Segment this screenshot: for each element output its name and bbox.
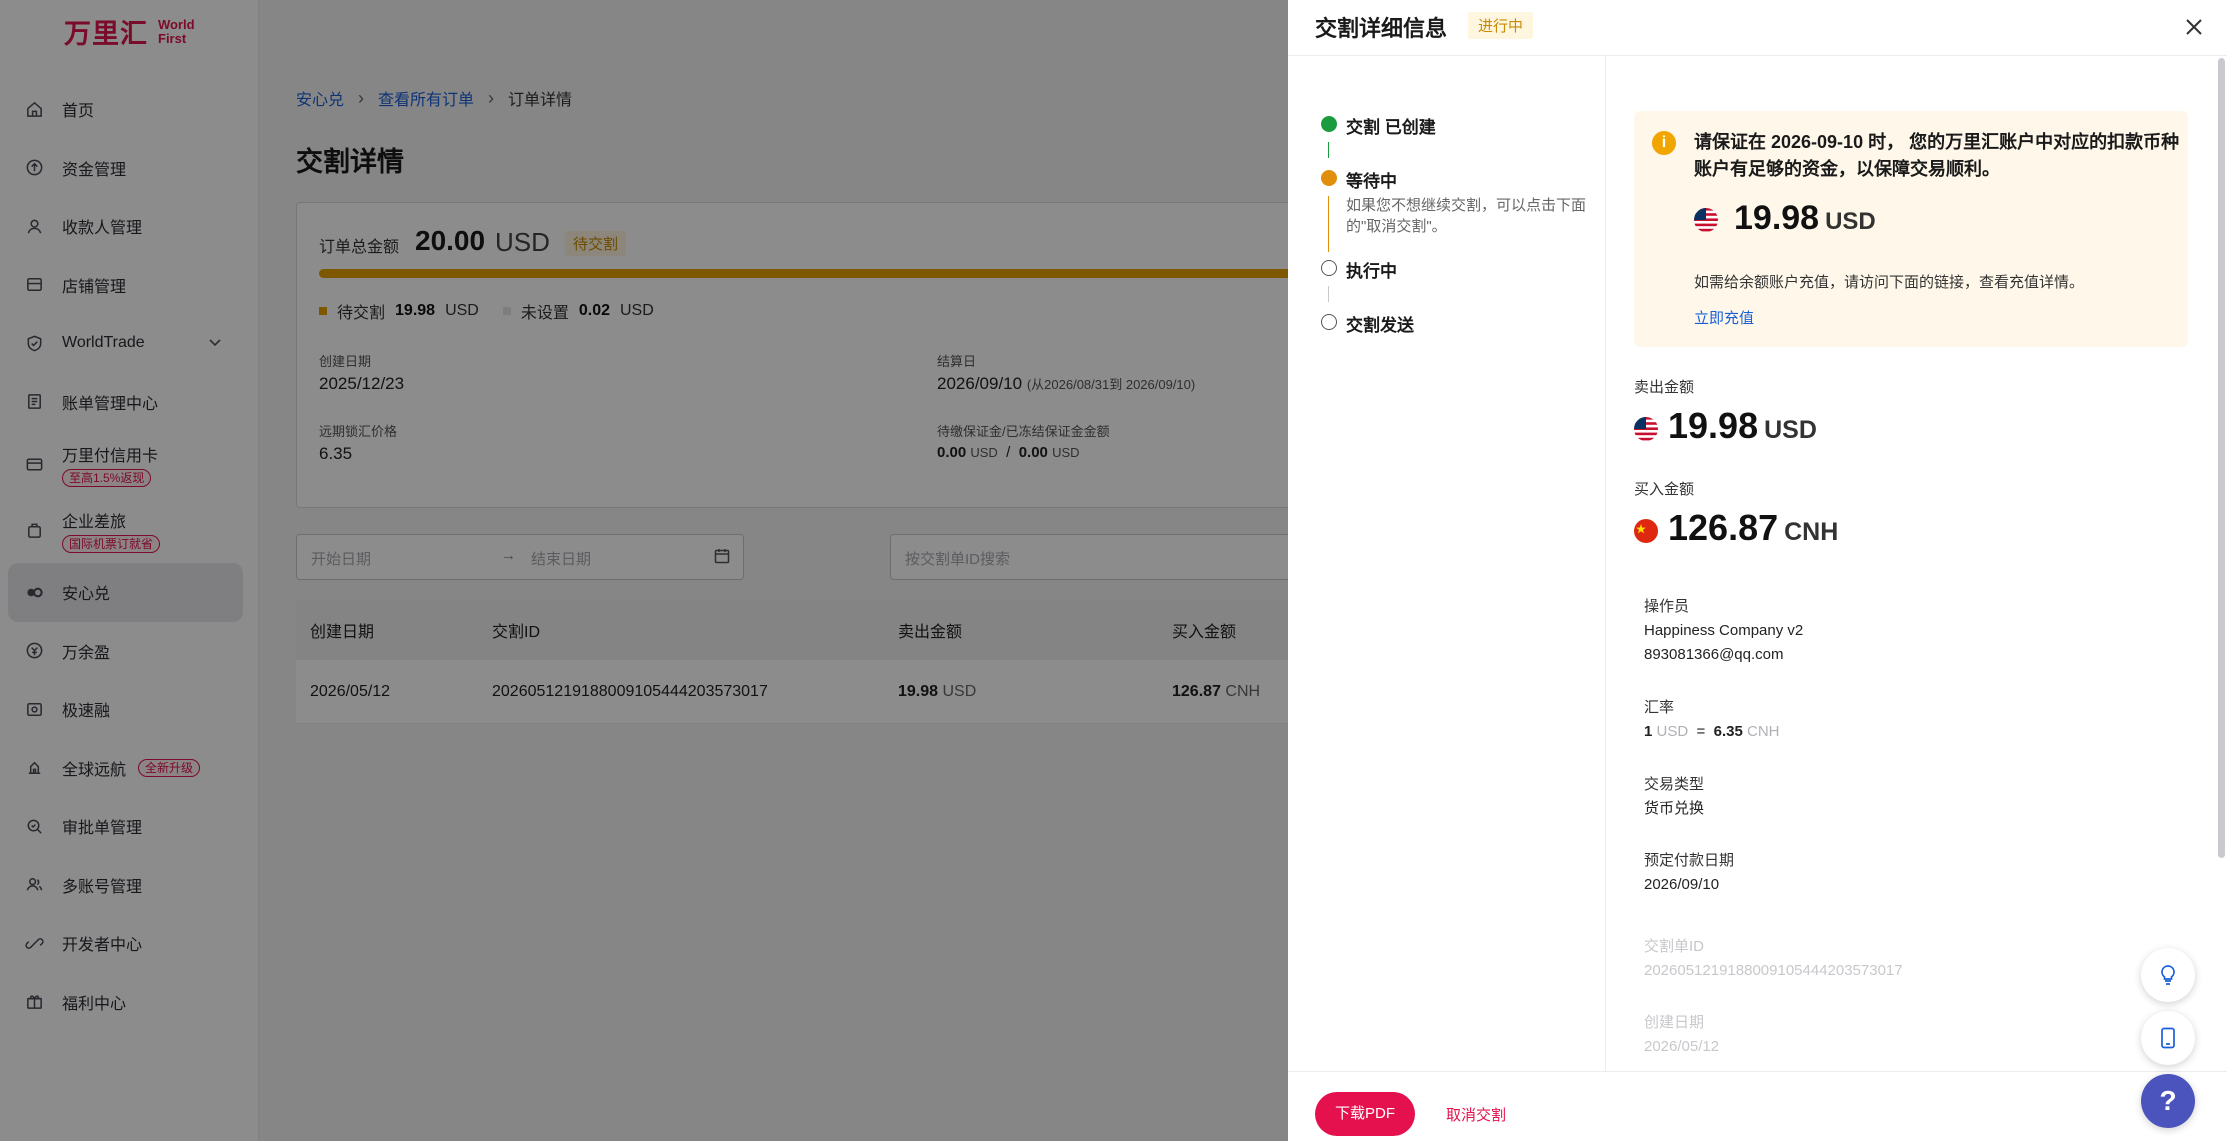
rate-right-ccy: CNH xyxy=(1747,723,1780,740)
buy-amount-value: 126.87 xyxy=(1668,507,1779,548)
operator-name: Happiness Company v2 xyxy=(1644,622,1804,639)
timeline-connector xyxy=(1328,142,1329,158)
rate-left: 1 xyxy=(1644,723,1653,740)
step-label: 交割 已创建 xyxy=(1346,118,1436,137)
mobile-app-button[interactable] xyxy=(2141,1011,2195,1065)
info-icon: i xyxy=(1652,131,1676,155)
sell-amount-label: 卖出金额 xyxy=(1634,379,1695,396)
buy-amount-row: 126.87 CNH xyxy=(1634,507,1838,549)
buy-amount-block: 买入金额 126.87 CNH xyxy=(1634,478,1838,549)
drawer-title: 交割详细信息 xyxy=(1315,16,1448,41)
rate-left-ccy: USD xyxy=(1656,723,1689,740)
notice-amount: 19.98 USD xyxy=(1694,199,1876,238)
download-pdf-button[interactable]: 下载PDF xyxy=(1315,1092,1415,1136)
delivery-detail-drawer: 交割详细信息 进行中 交割 已创建 等待中 如果您不想继续交割，可以点击下面的"… xyxy=(1288,0,2227,1141)
notice-amount-value: 19.98 xyxy=(1734,199,1820,237)
sell-amount-ccy: USD xyxy=(1764,416,1817,444)
timeline-connector xyxy=(1328,196,1329,252)
funds-notice: i 请保证在 2026-09-10 时， 您的万里汇账户中对应的扣款币种账户有足… xyxy=(1634,111,2188,347)
created-date-info: 创建日期 2026/05/12 xyxy=(1644,1011,1719,1059)
question-icon: ? xyxy=(2159,1085,2177,1116)
step-current-icon xyxy=(1321,170,1337,186)
buy-amount-ccy: CNH xyxy=(1784,518,1839,546)
phone-icon xyxy=(2161,1027,2175,1049)
operator-email: 893081366@qq.com xyxy=(1644,646,1784,663)
drawer-scrollbar[interactable] xyxy=(2218,58,2225,858)
close-icon[interactable] xyxy=(2181,14,2207,40)
pay-date-value: 2026/09/10 xyxy=(1644,876,1720,893)
trade-type-info: 交易类型 货币兑换 xyxy=(1644,773,1704,821)
tips-button[interactable] xyxy=(2141,948,2195,1002)
status-timeline: 交割 已创建 等待中 如果您不想继续交割，可以点击下面的"取消交割"。 执行中 … xyxy=(1288,56,1606,1071)
created-date-value: 2026/05/12 xyxy=(1644,1038,1720,1055)
us-flag-icon xyxy=(1634,417,1658,441)
drawer-header: 交割详细信息 进行中 xyxy=(1288,0,2227,56)
status-badge: 进行中 xyxy=(1468,12,1534,39)
delivery-detail-panel: i 请保证在 2026-09-10 时， 您的万里汇账户中对应的扣款币种账户有足… xyxy=(1606,56,2227,1071)
lightbulb-icon xyxy=(2161,965,2175,985)
drawer-footer: 下载PDF 取消交割 xyxy=(1288,1071,2227,1141)
help-button[interactable]: ? xyxy=(2141,1074,2195,1128)
sell-amount-row: 19.98 USD xyxy=(1634,405,1817,447)
pay-date-label: 预定付款日期 xyxy=(1644,852,1735,869)
us-flag-icon xyxy=(1694,208,1718,232)
notice-message: 请保证在 2026-09-10 时， 您的万里汇账户中对应的扣款币种账户有足够的… xyxy=(1694,132,2180,179)
delivery-id-info: 交割单ID 20260512191880091054442035730​17 xyxy=(1644,935,1903,983)
rate-equals: = xyxy=(1696,723,1706,740)
cn-flag-icon xyxy=(1634,519,1658,543)
notice-hint: 如需给余额账户充值，请访问下面的链接，查看充值详情。 xyxy=(1694,274,2085,291)
modal-backdrop[interactable] xyxy=(0,0,1288,1141)
rate-label: 汇率 xyxy=(1644,699,1675,716)
buy-amount-label: 买入金额 xyxy=(1634,481,1695,498)
sell-amount-value: 19.98 xyxy=(1668,405,1759,446)
delivery-id-label: 交割单ID xyxy=(1644,938,1705,955)
trade-type-label: 交易类型 xyxy=(1644,776,1705,793)
recharge-link[interactable]: 立即充值 xyxy=(1694,307,1754,328)
timeline-connector xyxy=(1328,286,1329,302)
step-label: 执行中 xyxy=(1346,262,1397,281)
step-done-icon xyxy=(1321,116,1337,132)
created-date-label: 创建日期 xyxy=(1644,1014,1705,1031)
rate-info: 汇率 1 USD = 6.35 CNH xyxy=(1644,696,1780,744)
notice-amount-ccy: USD xyxy=(1825,208,1876,235)
pay-date-info: 预定付款日期 2026/09/10 xyxy=(1644,849,1734,897)
step-label: 等待中 xyxy=(1346,172,1397,191)
rate-value-line: 1 USD = 6.35 CNH xyxy=(1644,720,1780,744)
operator-info: 操作员 Happiness Company v2 893081366@qq.co… xyxy=(1644,595,1803,667)
operator-label: 操作员 xyxy=(1644,598,1690,615)
trade-type-value: 货币兑换 xyxy=(1644,800,1705,817)
step-pending-icon xyxy=(1321,260,1337,276)
step-label: 交割发送 xyxy=(1346,316,1414,335)
sell-amount-block: 卖出金额 19.98 USD xyxy=(1634,376,1817,447)
step-pending-icon xyxy=(1321,314,1337,330)
step-description: 如果您不想继续交割，可以点击下面的"取消交割"。 xyxy=(1346,197,1587,235)
cancel-delivery-button[interactable]: 取消交割 xyxy=(1446,1104,1506,1125)
delivery-id-value: 20260512191880091054442035730​17 xyxy=(1644,962,1903,979)
rate-right: 6.35 xyxy=(1713,723,1743,740)
